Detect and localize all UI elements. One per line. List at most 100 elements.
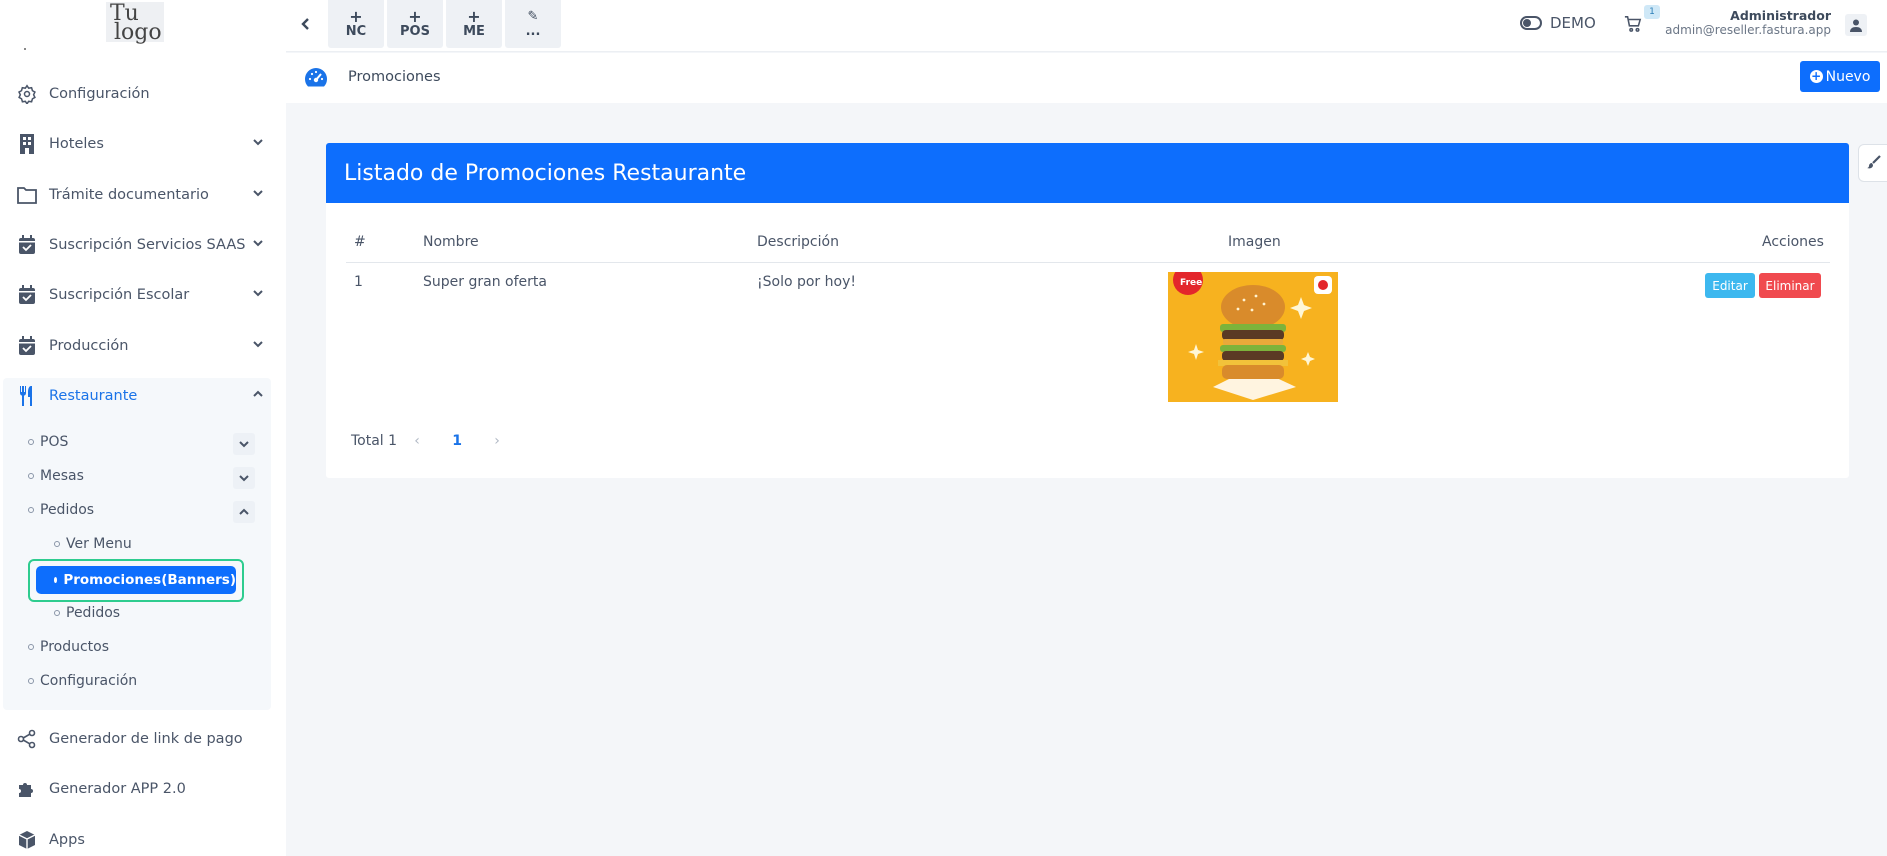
page-number-button[interactable]: 1 [437,433,477,449]
sidebar-item-label: Generador de link de pago [49,731,243,747]
chevron-down-icon [252,237,264,253]
submenu-item-promociones[interactable]: Promociones(Banners) [36,566,236,594]
submenu-label: Configuración [40,673,138,689]
submenu-item-pedidos[interactable]: Pedidos [28,502,94,518]
chevron-down-icon[interactable] [233,467,255,489]
bullet-icon [28,678,34,684]
cell-name: Super gran oferta [423,274,547,290]
quick-label: POS [400,23,430,39]
top-bar: + NC + POS + ME ✎ ... DEMO 1 Administrad… [286,0,1887,52]
sidebar-item-tramite[interactable]: Trámite documentario [0,175,286,215]
image-badge-text: Free [1180,278,1202,288]
sidebar-item-restaurante[interactable]: Restaurante [0,376,286,416]
quick-label: ... [525,23,541,39]
new-promotion-button[interactable]: + Nuevo [1800,61,1880,92]
sidebar-item-label: Restaurante [49,388,138,404]
chevron-down-icon [252,136,264,152]
bullet-icon [28,507,34,513]
submenu-label: Pedidos [40,502,95,518]
sidebar-item-link-pago[interactable]: Generador de link de pago [0,719,286,759]
cart-count-badge: 1 [1644,5,1660,19]
sidebar-item-generador-app[interactable]: Generador APP 2.0 [0,769,286,809]
gear-icon [16,83,38,105]
chevron-down-icon [252,287,264,303]
customizer-toggle-button[interactable] [1858,144,1887,182]
page-title: Promociones [348,69,441,85]
calendar-check-icon [16,335,38,357]
breadcrumb: Promociones + Nuevo [286,53,1887,103]
submenu-label: POS [40,434,69,450]
chevron-down-icon[interactable] [233,433,255,455]
sidebar-item-label: Producción [49,338,129,354]
chevron-up-icon[interactable] [233,501,255,523]
submenu-label: Mesas [40,468,84,484]
logo[interactable]: Tu logo [106,2,164,44]
sidebar-item-configuracion[interactable]: Configuración [0,74,286,114]
sidebar-item-escolar[interactable]: Suscripción Escolar [0,275,286,315]
submenu-item-pos[interactable]: POS [28,434,68,450]
submenu-item-mesas[interactable]: Mesas [28,468,84,484]
sidebar-item-label: Trámite documentario [49,187,209,203]
demo-toggle[interactable]: DEMO [1520,14,1596,32]
submenu-item-pedidos-list[interactable]: Pedidos [54,605,120,621]
chevron-down-icon [252,338,264,354]
promotion-image: Free [1168,272,1338,402]
bullet-icon [54,541,60,547]
toggle-icon [1520,16,1542,30]
sidebar-item-label: Configuración [49,86,150,102]
sidebar-item-label: Hoteles [49,136,104,152]
delete-button[interactable]: Eliminar [1759,273,1821,298]
promotions-card: Listado de Promociones Restaurante # Nom… [326,143,1849,478]
quick-new-me-button[interactable]: + ME [446,0,502,48]
bullet-icon [54,610,60,616]
user-email: admin@reseller.fastura.app [1665,23,1831,37]
card-title: Listado de Promociones Restaurante [326,143,1849,203]
column-header-name: Nombre [423,234,479,250]
sidebar-item-apps[interactable]: Apps [0,820,286,856]
column-header-image: Imagen [1228,234,1281,250]
sidebar-item-label: Apps [49,832,85,848]
quick-new-pos-button[interactable]: + POS [387,0,443,48]
column-header-description: Descripción [757,234,839,250]
submenu-item-configuracion[interactable]: Configuración [28,673,137,689]
sidebar-item-hoteles[interactable]: Hoteles [0,124,286,164]
calendar-check-icon [16,284,38,306]
calendar-check-icon [16,234,38,256]
submenu-item-productos[interactable]: Productos [28,639,109,655]
user-menu[interactable]: Administrador admin@reseller.fastura.app [1665,8,1831,38]
table-header-divider [346,262,1830,263]
prev-page-icon[interactable]: ‹ [397,433,437,449]
submenu-item-ver-menu[interactable]: Ver Menu [54,536,132,552]
cube-icon [16,829,38,851]
avatar[interactable] [1845,14,1867,36]
building-icon [16,133,38,155]
quick-more-button[interactable]: ✎ ... [505,0,561,48]
quick-new-nc-button[interactable]: + NC [328,0,384,48]
cart-icon[interactable] [1624,15,1642,37]
submenu-label: Pedidos [66,605,121,621]
sidebar-item-saas[interactable]: Suscripción Servicios SAAS [0,225,286,265]
bullet-icon [28,473,34,479]
pencil-icon: ✎ [527,8,539,24]
plus-icon: + [408,6,422,26]
new-button-label: Nuevo [1825,68,1871,85]
demo-label: DEMO [1550,14,1596,32]
utensils-icon [16,385,38,407]
scroll-mark [24,48,26,50]
plus-icon: + [349,6,363,26]
sidebar-item-produccion[interactable]: Producción [0,326,286,366]
column-header-number: # [354,234,366,250]
submenu-label: Productos [40,639,110,655]
collapse-sidebar-button[interactable] [296,14,316,34]
brush-icon [1867,154,1881,173]
edit-button[interactable]: Editar [1705,273,1755,298]
plus-icon: + [467,6,481,26]
user-name: Administrador [1730,8,1831,23]
quick-label: NC [345,23,367,39]
folder-icon [16,184,38,206]
pagination-total: Total 1 [351,433,398,449]
submenu-label: Ver Menu [66,536,132,552]
puzzle-icon [16,778,38,800]
dashboard-gauge-icon [304,67,328,91]
next-page-icon[interactable]: › [477,433,517,449]
